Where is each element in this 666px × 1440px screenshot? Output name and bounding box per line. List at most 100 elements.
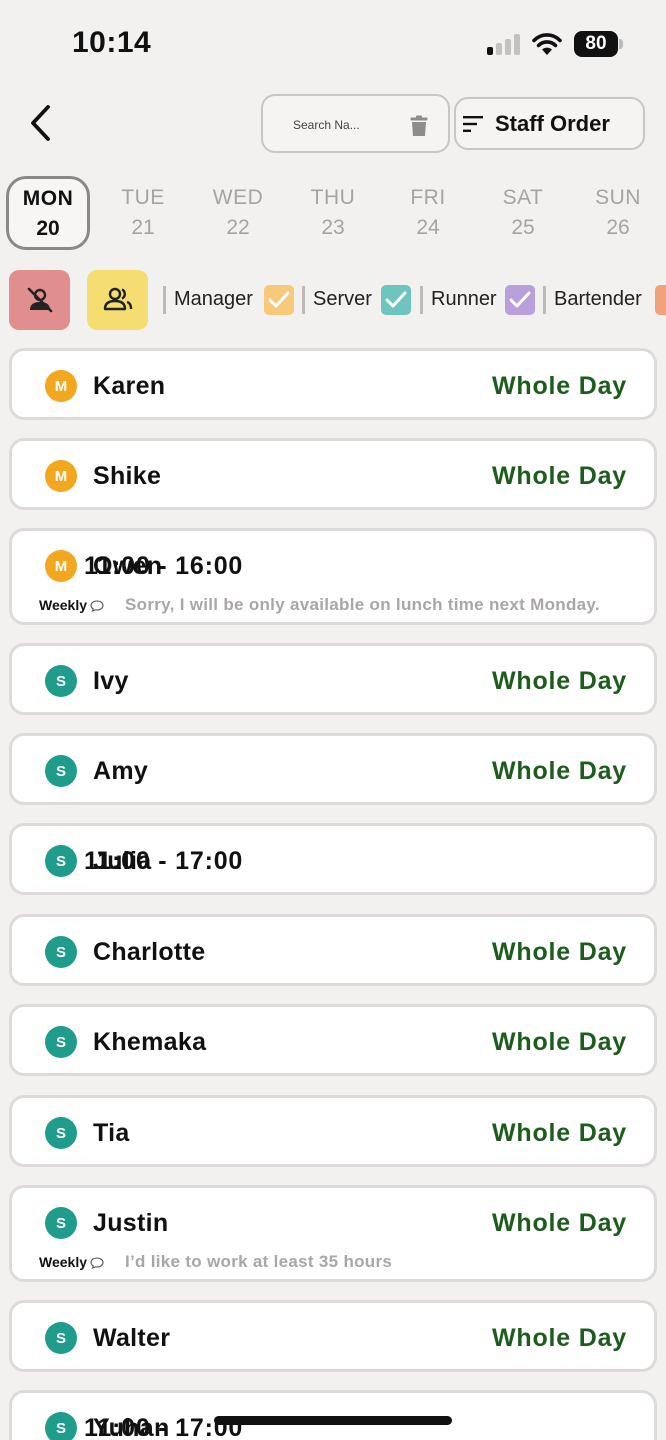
day-name: WED <box>212 186 264 209</box>
staff-name: Justin <box>93 1209 169 1237</box>
server-role-badge: S <box>45 936 77 968</box>
server-role-badge: S <box>45 1412 77 1440</box>
trash-icon[interactable] <box>410 115 428 137</box>
staff-availability: Whole Day <box>492 1324 627 1352</box>
note-text: I’d like to work at least 35 hours <box>125 1252 393 1271</box>
staff-name: Tia <box>93 1119 130 1147</box>
day-tab-wed[interactable]: WED 22 <box>196 176 280 250</box>
server-checkbox[interactable] <box>381 285 411 315</box>
day-number: 22 <box>226 216 250 239</box>
cellular-signal-icon <box>487 33 521 55</box>
staff-name: Amy <box>93 757 149 785</box>
staff-card[interactable]: S Justin Whole Day Weekly I’d like to wo… <box>9 1185 657 1282</box>
staff-card[interactable]: S Julia 11:00 - 17:00 <box>9 823 657 895</box>
battery-level: 80 <box>574 31 618 57</box>
staff-name: Walter <box>93 1324 171 1352</box>
server-role-badge: S <box>45 1207 77 1239</box>
staff-card[interactable]: S Ivy Whole Day <box>9 643 657 715</box>
check-icon <box>385 291 407 308</box>
bartender-checkbox[interactable] <box>655 285 666 315</box>
staff-availability: Whole Day <box>492 938 627 966</box>
server-role-badge: S <box>45 755 77 787</box>
staff-availability: Whole Day <box>492 1028 627 1056</box>
staff-availability: Whole Day <box>492 462 627 490</box>
day-number: 23 <box>321 216 345 239</box>
role-filter-label: Manager <box>174 288 253 310</box>
staff-card[interactable]: S Amy Whole Day <box>9 733 657 805</box>
staff-availability: Whole Day <box>492 757 627 785</box>
check-icon <box>268 291 290 308</box>
chevron-left-icon <box>31 105 50 141</box>
status-time: 10:14 <box>72 26 152 59</box>
home-indicator[interactable] <box>214 1416 452 1425</box>
day-name: SAT <box>502 186 544 209</box>
staff-card[interactable]: M Karen Whole Day <box>9 348 657 420</box>
note-tag-label: Weekly <box>39 1254 87 1270</box>
server-role-badge: S <box>45 665 77 697</box>
server-role-badge: S <box>45 845 77 877</box>
note-tag-label: Weekly <box>39 597 87 613</box>
search-placeholder: Search Na... <box>293 118 360 132</box>
manager-checkbox[interactable] <box>264 285 294 315</box>
wifi-icon <box>532 33 562 55</box>
server-role-badge: S <box>45 1026 77 1058</box>
unavailable-filter-button[interactable] <box>9 270 70 330</box>
day-tab-thu[interactable]: THU 23 <box>291 176 375 250</box>
day-tab-sun[interactable]: SUN 26 <box>576 176 660 250</box>
day-number: 24 <box>416 216 440 239</box>
note-text: Sorry, I will be only available on lunch… <box>125 595 600 614</box>
staff-availability: 11:00 - 17:00 <box>84 847 244 875</box>
day-name: TUE <box>121 186 165 209</box>
staff-card[interactable]: M Shike Whole Day <box>9 438 657 510</box>
day-tab-mon[interactable]: MON 20 <box>6 176 90 250</box>
staff-name: Karen <box>93 372 166 400</box>
server-role-badge: S <box>45 1117 77 1149</box>
staff-availability: 11:00 - 16:00 <box>84 552 244 580</box>
day-number: 25 <box>511 216 535 239</box>
manager-role-badge: M <box>45 460 77 492</box>
staff-order-button[interactable]: Staff Order <box>454 97 645 150</box>
runner-checkbox[interactable] <box>505 285 535 315</box>
day-tab-sat[interactable]: SAT 25 <box>481 176 565 250</box>
staff-order-label: Staff Order <box>495 110 610 136</box>
staff-availability: Whole Day <box>492 1209 627 1237</box>
status-bar: 10:14 80 <box>0 0 666 80</box>
staff-card[interactable]: S Walter Whole Day <box>9 1300 657 1372</box>
role-filter-label: Server <box>313 288 372 310</box>
day-number: 21 <box>131 216 155 239</box>
manager-role-badge: M <box>45 550 77 582</box>
people-icon <box>103 287 132 311</box>
role-filter-label: Bartender <box>554 288 642 310</box>
staff-card[interactable]: M Owen 11:00 - 16:00 Weekly Sorry, I wil… <box>9 528 657 625</box>
day-number: 26 <box>606 216 630 239</box>
check-icon <box>509 291 531 308</box>
staff-card[interactable]: S Khemaka Whole Day <box>9 1004 657 1076</box>
staff-card[interactable]: S Charlotte Whole Day <box>9 914 657 986</box>
day-name: FRI <box>410 186 446 209</box>
sort-icon <box>463 115 483 132</box>
staff-card[interactable]: S Tia Whole Day <box>9 1095 657 1167</box>
battery-icon: 80 <box>574 31 624 57</box>
note-tag: Weekly <box>39 1254 104 1270</box>
staff-availability: Whole Day <box>492 372 627 400</box>
staff-name: Charlotte <box>93 938 206 966</box>
staff-name: Khemaka <box>93 1028 207 1056</box>
day-tab-tue[interactable]: TUE 21 <box>101 176 185 250</box>
person-off-icon <box>27 287 52 313</box>
staff-availability: Whole Day <box>492 667 627 695</box>
day-tab-fri[interactable]: FRI 24 <box>386 176 470 250</box>
day-name: SUN <box>595 186 641 209</box>
group-filter-button[interactable] <box>87 270 148 330</box>
back-button[interactable] <box>20 100 60 146</box>
day-number: 20 <box>36 217 60 240</box>
staff-availability: Whole Day <box>492 1119 627 1147</box>
staff-name: Shike <box>93 462 162 490</box>
server-role-badge: S <box>45 1322 77 1354</box>
search-input[interactable]: Search Na... <box>261 94 450 153</box>
day-name: MON <box>22 187 74 210</box>
note-tag: Weekly <box>39 597 104 613</box>
day-name: THU <box>310 186 356 209</box>
staff-name: Ivy <box>93 667 129 695</box>
staff-card[interactable]: S Yuhan 11:00 - 17:00 <box>9 1390 657 1440</box>
chat-bubble-icon <box>90 600 104 613</box>
